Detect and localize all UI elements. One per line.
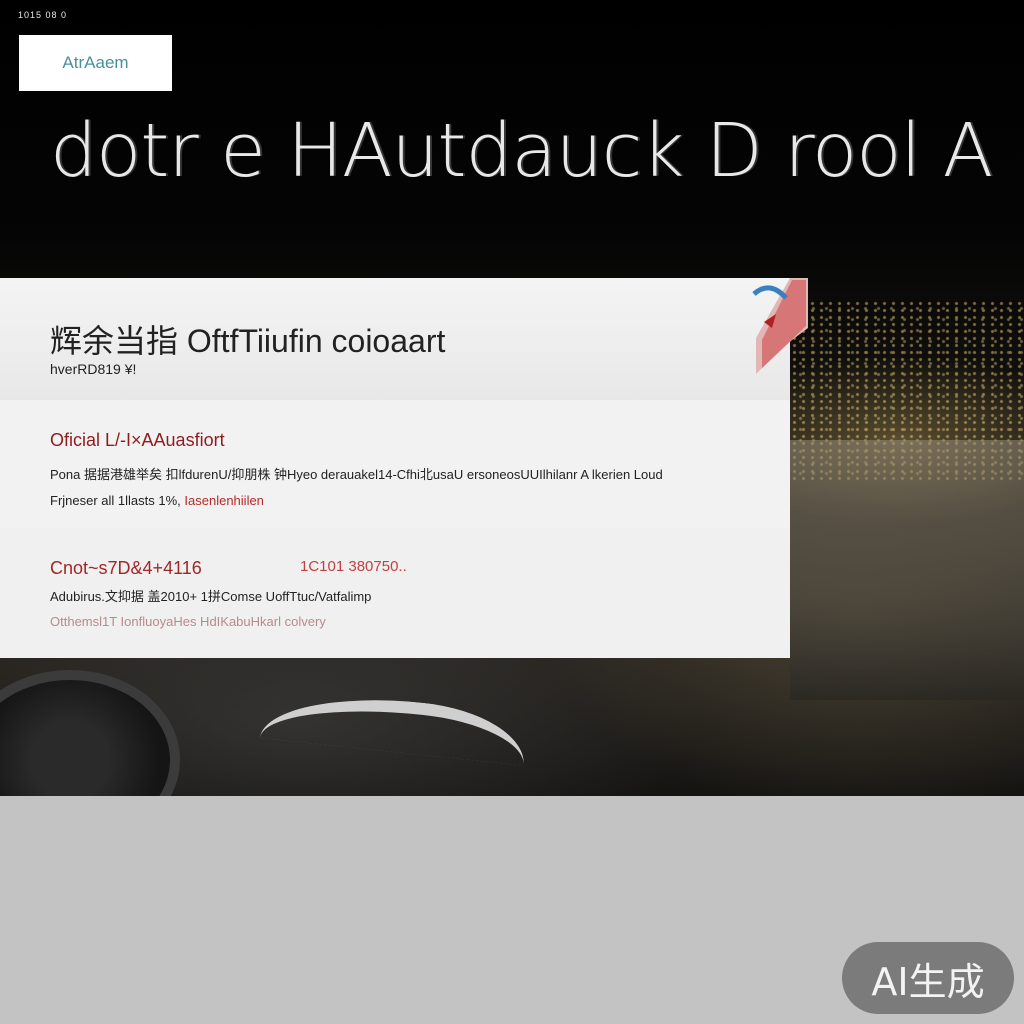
section-line-footer-text: Frjneser all 1llasts 1%, <box>50 493 181 508</box>
contact-value: 1C101 380750.. <box>300 558 407 575</box>
panel-header: 辉余当指 OftfTiiufin coioaart hverRD819 ¥! <box>0 278 790 400</box>
panel-subtitle: hverRD819 ¥! <box>50 361 137 377</box>
panel-title: 辉余当指 OftfTiiufin coioaart <box>50 323 446 359</box>
car-wheel-image <box>0 670 180 796</box>
contact-line-note: Otthemsl1T IonfluoyaHes HdIKabuHkarl col… <box>50 614 326 629</box>
status-text: 1015 08 0 <box>18 10 68 20</box>
ribbon-bookmark-icon[interactable] <box>752 278 810 374</box>
section-line-footer: Frjneser all 1llasts 1%, Iasenlenhiilen <box>50 493 264 508</box>
ai-generated-badge: AI生成 <box>842 942 1014 1014</box>
section-heading-contact: Cnot~s7D&4+4116 <box>50 558 202 578</box>
info-section-contact: Cnot~s7D&4+4116 1C101 380750.. Adubirus.… <box>0 528 790 658</box>
contact-line-address: Adubirus.文抑据 盖2010+ 1拼Comse UoffTtuc/Vat… <box>50 589 372 604</box>
road-image <box>790 440 1024 700</box>
top-button[interactable]: AtrAaem <box>19 35 172 91</box>
section-link[interactable]: Iasenlenhiilen <box>184 493 264 508</box>
section-line-description: Pona 据据港雄举矣 扣lfdurenU/抑朋株 钟Hyeo derauake… <box>50 467 663 482</box>
content-panel: 辉余当指 OftfTiiufin coioaart hverRD819 ¥! O… <box>0 278 808 658</box>
car-interior-handle-image <box>260 686 529 766</box>
section-heading-official: Oficial L/-I×AAuasfiort <box>50 430 225 450</box>
hero-headline: dotr e HAutdauck D rool A <box>50 108 993 194</box>
info-section-official: Oficial L/-I×AAuasfiort Pona 据据港雄举矣 扣lfd… <box>0 400 790 528</box>
